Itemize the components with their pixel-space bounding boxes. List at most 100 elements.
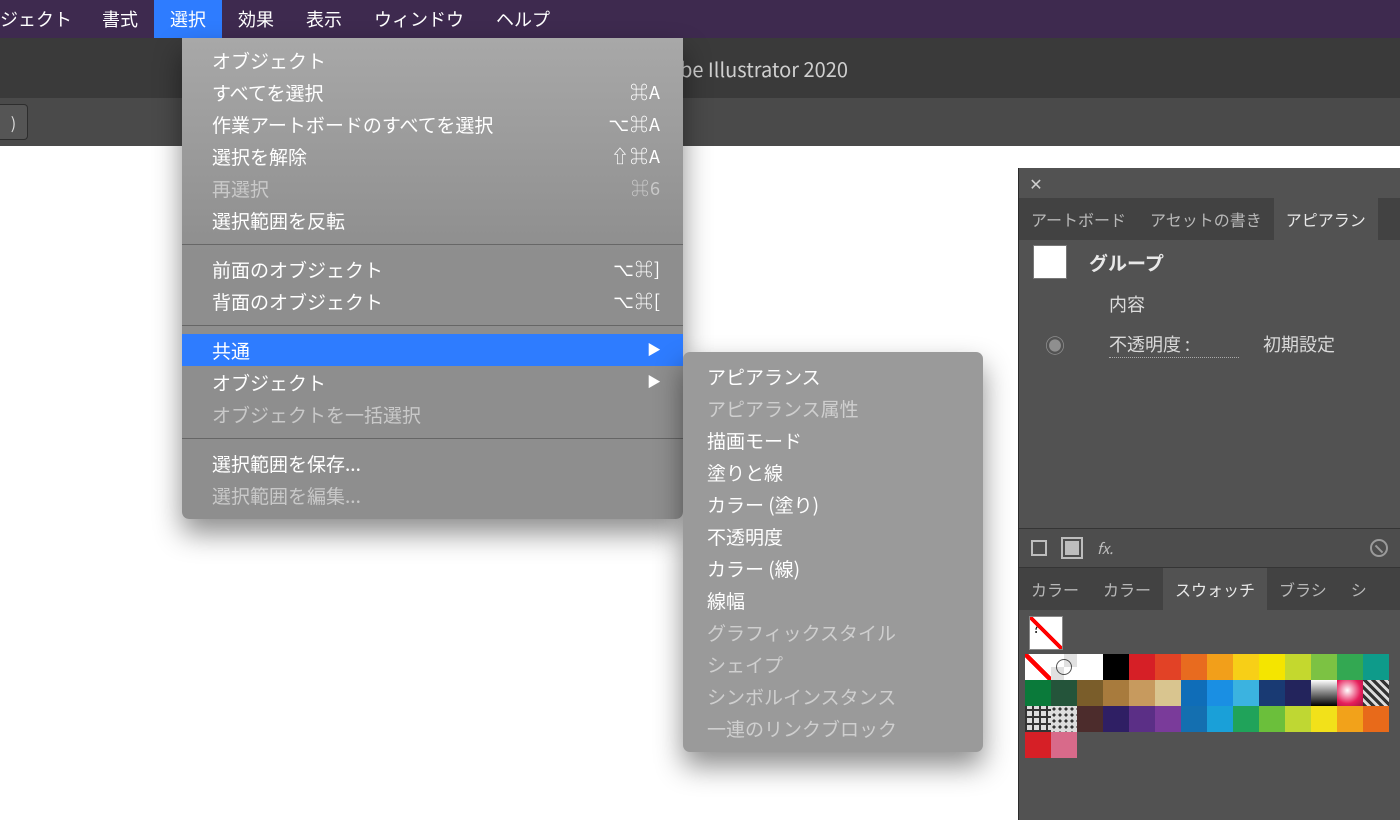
swatch-cell[interactable] xyxy=(1207,680,1233,706)
swatch-cell[interactable] xyxy=(1103,654,1129,680)
menu-item-label: 前面のオブジェクト xyxy=(212,256,613,283)
menu-item[interactable]: 前面のオブジェクト⌥⌘] xyxy=(182,253,683,285)
swatch-cell[interactable] xyxy=(1025,706,1051,732)
swatch-cell[interactable] xyxy=(1025,680,1051,706)
swatch-cell[interactable] xyxy=(1285,680,1311,706)
swatch-cell[interactable] xyxy=(1363,680,1389,706)
menu-item-label: 選択範囲を反転 xyxy=(212,207,661,234)
panel-tab[interactable]: シ xyxy=(1339,568,1379,610)
submenu-arrow-icon: ▶ xyxy=(647,372,661,392)
menu-item[interactable]: 選択を解除⇧⌘A xyxy=(182,140,683,172)
select-common-submenu: アピアランスアピアランス属性描画モード塗りと線カラー (塗り)不透明度カラー (… xyxy=(683,352,983,752)
swatch-cell[interactable] xyxy=(1259,654,1285,680)
swatch-none-large[interactable]: ? xyxy=(1029,616,1063,650)
swatch-cell[interactable] xyxy=(1233,680,1259,706)
swatch-cell[interactable] xyxy=(1337,706,1363,732)
swatch-cell[interactable] xyxy=(1155,706,1181,732)
menu-item-0[interactable]: ジェクト xyxy=(0,0,86,38)
submenu-item[interactable]: カラー (線) xyxy=(683,552,983,584)
swatch-cell[interactable] xyxy=(1181,654,1207,680)
panel-tab[interactable]: アートボード xyxy=(1019,198,1138,240)
panel-tab[interactable]: カラー xyxy=(1091,568,1163,610)
submenu-item[interactable]: 不透明度 xyxy=(683,520,983,552)
menu-item-label: 選択範囲を保存... xyxy=(212,450,661,477)
swatch-cell[interactable] xyxy=(1025,732,1051,758)
menu-item[interactable]: 共通▶ xyxy=(182,334,683,366)
swatch-cell[interactable] xyxy=(1285,654,1311,680)
menu-item-2[interactable]: 選択 xyxy=(154,0,222,38)
swatch-cell[interactable] xyxy=(1181,706,1207,732)
clear-appearance-icon[interactable] xyxy=(1370,539,1388,557)
submenu-item[interactable]: 塗りと線 xyxy=(683,456,983,488)
swatch-cell[interactable] xyxy=(1077,680,1103,706)
swatch-cell[interactable] xyxy=(1103,706,1129,732)
submenu-item[interactable]: カラー (塗り) xyxy=(683,488,983,520)
appearance-opacity-row[interactable]: ◉ 不透明度 : 初期設定 xyxy=(1019,324,1400,364)
swatch-cell[interactable] xyxy=(1337,680,1363,706)
swatch-cell[interactable] xyxy=(1129,654,1155,680)
menu-item-4[interactable]: 表示 xyxy=(290,0,358,38)
panel-tab[interactable]: ブラシ xyxy=(1267,568,1339,610)
appearance-group-row: グループ xyxy=(1019,240,1400,284)
swatch-cell[interactable] xyxy=(1363,706,1389,732)
panel-tab[interactable]: カラー xyxy=(1019,568,1091,610)
new-stroke-icon[interactable] xyxy=(1031,540,1047,556)
submenu-item[interactable]: 線幅 xyxy=(683,584,983,616)
menu-item[interactable]: 作業アートボードのすべてを選択⌥⌘A xyxy=(182,108,683,140)
submenu-item[interactable]: アピアランス xyxy=(683,360,983,392)
swatch-cell[interactable] xyxy=(1181,680,1207,706)
menu-item[interactable]: 背面のオブジェクト⌥⌘[ xyxy=(182,285,683,317)
menu-item[interactable]: オブジェクト▶ xyxy=(182,366,683,398)
panel-tab[interactable]: アピアラン xyxy=(1274,198,1378,240)
swatch-cell[interactable] xyxy=(1337,654,1363,680)
close-icon[interactable]: ✕ xyxy=(1027,174,1045,192)
swatch-cell[interactable] xyxy=(1311,680,1337,706)
new-fill-icon[interactable] xyxy=(1065,541,1079,555)
menu-item[interactable]: オブジェクト xyxy=(182,44,683,76)
swatch-cell[interactable] xyxy=(1233,654,1259,680)
tab-stub[interactable]: ) xyxy=(0,104,28,140)
swatch-cell[interactable] xyxy=(1311,706,1337,732)
visibility-icon[interactable]: ◉ xyxy=(1045,330,1065,359)
swatch-cell[interactable] xyxy=(1051,732,1077,758)
swatch-cell[interactable] xyxy=(1077,654,1103,680)
panel-tab[interactable]: スウォッチ xyxy=(1163,568,1267,610)
swatch-cell[interactable] xyxy=(1363,654,1389,680)
swatch-cell[interactable] xyxy=(1051,706,1077,732)
add-effect-icon[interactable]: fx. xyxy=(1097,538,1113,559)
menu-item: 再選択⌘6 xyxy=(182,172,683,204)
swatch-cell[interactable] xyxy=(1051,680,1077,706)
swatch-cell[interactable] xyxy=(1259,680,1285,706)
swatch-cell[interactable] xyxy=(1259,706,1285,732)
swatch-cell[interactable] xyxy=(1155,680,1181,706)
menu-item-6[interactable]: ヘルプ xyxy=(480,0,566,38)
fill-swatch[interactable] xyxy=(1033,245,1067,279)
opacity-label: 不透明度 : xyxy=(1109,331,1239,358)
appearance-contents-row[interactable]: 内容 xyxy=(1019,284,1400,324)
menu-item-1[interactable]: 書式 xyxy=(86,0,154,38)
menu-item[interactable]: すべてを選択⌘A xyxy=(182,76,683,108)
menu-item-shortcut: ⇧⌘A xyxy=(611,143,661,169)
swatch-cell[interactable] xyxy=(1207,706,1233,732)
swatch-cell[interactable] xyxy=(1129,706,1155,732)
swatch-cell[interactable] xyxy=(1103,680,1129,706)
swatch-cell[interactable] xyxy=(1077,706,1103,732)
swatch-cell[interactable] xyxy=(1051,654,1077,680)
swatch-cell[interactable] xyxy=(1129,680,1155,706)
swatch-cell[interactable] xyxy=(1207,654,1233,680)
menu-item-label: オブジェクト xyxy=(212,369,647,396)
panel-tab[interactable]: アセットの書き xyxy=(1138,198,1274,240)
menu-item-label: すべてを選択 xyxy=(212,79,630,106)
menu-item[interactable]: 選択範囲を反転 xyxy=(182,204,683,236)
submenu-item[interactable]: 描画モード xyxy=(683,424,983,456)
swatch-cell[interactable] xyxy=(1233,706,1259,732)
swatch-cell[interactable] xyxy=(1025,654,1051,680)
menu-separator xyxy=(182,244,683,245)
menu-item[interactable]: 選択範囲を保存... xyxy=(182,447,683,479)
swatch-cell[interactable] xyxy=(1285,706,1311,732)
swatch-cell[interactable] xyxy=(1155,654,1181,680)
swatches-panel: ? xyxy=(1019,610,1400,758)
menu-item-3[interactable]: 効果 xyxy=(222,0,290,38)
swatch-cell[interactable] xyxy=(1311,654,1337,680)
menu-item-5[interactable]: ウィンドウ xyxy=(358,0,480,38)
